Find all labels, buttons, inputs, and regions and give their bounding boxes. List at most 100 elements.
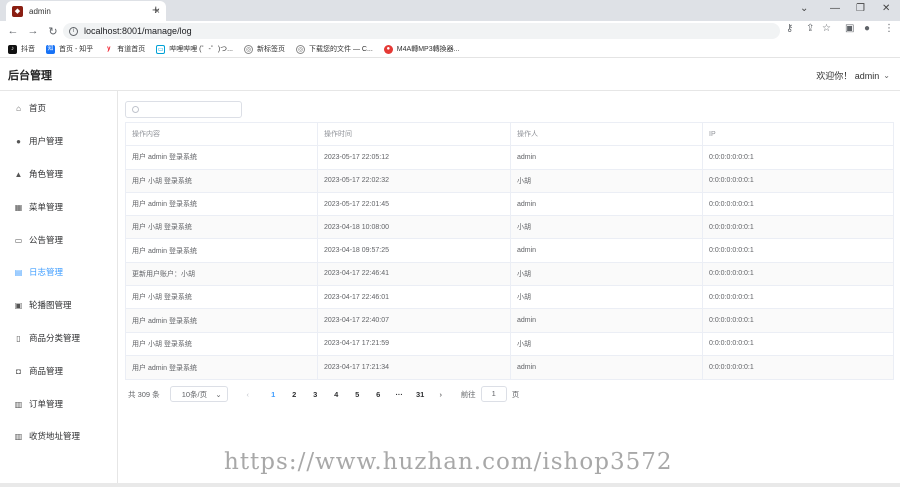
next-page-icon[interactable]: › xyxy=(435,390,447,399)
cell-content: 用户 admin 登录系统 xyxy=(126,192,318,216)
table-row[interactable]: 用户 admin 登录系统 2023-05-17 22:05:12 admin … xyxy=(126,146,893,170)
bookmark-label: 下载您的文件 — C... xyxy=(309,46,373,53)
table-row[interactable]: 更新用户账户：小胡 2023-04-17 22:46:41 小胡 0:0:0:0… xyxy=(126,262,893,287)
sidebar-item-home[interactable]: ⌂ 首页 xyxy=(0,98,117,118)
globe-icon: ◎ xyxy=(244,44,254,54)
column-header[interactable]: IP xyxy=(703,123,893,145)
sidepanel-icon[interactable]: ▣ xyxy=(845,23,854,34)
sidebar-item-notices[interactable]: ▭ 公告管理 xyxy=(0,230,117,250)
youdao-icon: y xyxy=(104,44,114,54)
bookmark-label: 有道首页 xyxy=(117,46,146,53)
page-size-select[interactable]: 10条/页 ⌄ xyxy=(169,386,228,402)
page-number[interactable]: 31 xyxy=(410,390,431,399)
search-input[interactable] xyxy=(143,105,233,114)
goto-page-input[interactable]: 1 xyxy=(480,386,507,402)
cell-time: 2023-04-18 10:08:00 xyxy=(318,216,511,239)
sidebar-item-label: 角色管理 xyxy=(29,169,64,179)
address-bar[interactable]: i localhost:8001/manage/log xyxy=(63,23,780,39)
page-number[interactable]: 3 xyxy=(305,390,326,399)
back-icon[interactable]: ← xyxy=(6,25,20,37)
page-number[interactable]: 6 xyxy=(368,390,389,399)
sidebar-item-goods[interactable]: ◘ 商品管理 xyxy=(0,361,117,381)
bookmark-label: 抖音 xyxy=(21,46,35,53)
app-title: 后台管理 xyxy=(8,69,52,82)
page-number[interactable]: 4 xyxy=(326,390,347,399)
page-jumper: 前往 1 页 xyxy=(461,386,520,402)
sidebar-item-addresses[interactable]: ▥ 收货地址管理 xyxy=(0,426,117,446)
bookmark-item[interactable]: y 有道首页 xyxy=(104,44,145,54)
reload-icon[interactable]: ↻ xyxy=(46,25,60,38)
cell-time: 2023-04-17 22:46:01 xyxy=(318,286,511,309)
sidebar-item-categories[interactable]: ▯ 商品分类管理 xyxy=(0,328,117,348)
sidebar-item-label: 轮播图管理 xyxy=(29,300,72,310)
sidebar-item-orders[interactable]: ▥ 订单管理 xyxy=(0,394,117,414)
sidebar-item-logs[interactable]: ▤ 日志管理 xyxy=(0,262,117,282)
sidebar-item-users[interactable]: ● 用户管理 xyxy=(0,131,117,151)
bookmark-item[interactable]: ◎ 新标签页 xyxy=(244,44,285,54)
close-window-icon[interactable]: ✕ xyxy=(882,3,890,14)
tab-search-icon[interactable]: ⌄ xyxy=(800,3,808,14)
table-row[interactable]: 用户 admin 登录系统 2023-04-17 22:40:07 admin … xyxy=(126,309,893,333)
new-tab-icon[interactable]: + xyxy=(152,2,160,17)
browser-tab[interactable]: ◆ admin × xyxy=(6,1,166,21)
column-header[interactable]: 操作人 xyxy=(511,123,703,146)
pagination-total: 共 309 条 xyxy=(128,389,160,399)
table-row[interactable]: 用户 小胡 登录系统 2023-05-17 22:02:32 小胡 0:0:0:… xyxy=(126,169,893,193)
bookmark-item[interactable]: ◎ 下载您的文件 — C... xyxy=(296,44,373,54)
sidebar-item-menus[interactable]: ▦ 菜单管理 xyxy=(0,197,117,217)
sidebar-item-carousel[interactable]: ▣ 轮播图管理 xyxy=(0,295,117,315)
site-info-icon[interactable]: i xyxy=(69,26,78,36)
table-row[interactable]: 用户 小胡 登录系统 2023-04-18 10:08:00 小胡 0:0:0:… xyxy=(126,216,893,240)
cell-ip: 0:0:0:0:0:0:0:1 xyxy=(709,364,754,372)
cell-ip: 0:0:0:0:0:0:0:1 xyxy=(709,223,754,231)
bookmark-star-icon[interactable]: ☆ xyxy=(822,23,831,34)
bottom-scrollbar[interactable] xyxy=(0,483,900,487)
bookmark-label: 新标签页 xyxy=(257,46,286,53)
cell-operator: admin xyxy=(511,355,703,380)
bookmark-item[interactable]: ▭ 哔哩哔哩 (゜-゜)つ... xyxy=(156,44,233,54)
maximize-icon[interactable]: ❐ xyxy=(856,3,865,14)
sidebar-item-label: 商品管理 xyxy=(29,366,64,376)
role-icon: ▲ xyxy=(14,169,23,179)
tab-favicon-icon: ◆ xyxy=(12,5,23,17)
search-box[interactable] xyxy=(125,101,242,118)
column-header[interactable]: 操作时间 xyxy=(318,123,511,146)
cell-ip: 0:0:0:0:0:0:0:1 xyxy=(709,200,754,208)
cell-operator: 小胡 xyxy=(511,286,703,309)
app-header: 后台管理 欢迎你！ admin ⌄ xyxy=(0,59,900,91)
bookmarks-bar: ♪ 抖音 知首页 - 知乎 y 有道首页 ▭ 哔哩哔哩 (゜-゜)つ... ◎ 新标签页… xyxy=(0,41,900,58)
page-number[interactable]: 2 xyxy=(284,390,305,399)
douyin-icon: ♪ xyxy=(8,44,17,54)
bookmark-item[interactable]: ● M4A轉MP3轉換器... xyxy=(383,44,459,54)
table-row[interactable]: 用户 admin 登录系统 2023-04-18 09:57:25 admin … xyxy=(126,239,893,263)
page-number[interactable]: 5 xyxy=(347,390,368,399)
bookmark-label: 首页 - 知乎 xyxy=(59,46,94,53)
cell-content: 用户 admin 登录系统 xyxy=(126,146,318,169)
table-row[interactable]: 用户 小胡 登录系统 2023-04-17 17:21:59 小胡 0:0:0:… xyxy=(126,332,893,356)
browser-tabstrip: ◆ admin × + ⌄ — ❐ ✕ xyxy=(0,0,900,21)
table-row[interactable]: 用户 小胡 登录系统 2023-04-17 22:46:01 小胡 0:0:0:… xyxy=(126,286,893,310)
page-ellipsis[interactable]: ··· xyxy=(389,390,410,399)
page-number[interactable]: 1 xyxy=(263,390,284,399)
chevron-down-icon: ⌄ xyxy=(215,389,222,399)
table-row[interactable]: 用户 admin 登录系统 2023-05-17 22:01:45 admin … xyxy=(126,192,893,217)
browser-menu-icon[interactable]: ⋮ xyxy=(884,23,894,34)
share-icon[interactable]: ⇪ xyxy=(806,23,814,34)
cell-content: 用户 admin 登录系统 xyxy=(126,355,318,380)
sidebar-item-roles[interactable]: ▲ 角色管理 xyxy=(0,164,117,184)
column-header[interactable]: 操作内容 xyxy=(126,123,318,146)
profile-icon[interactable]: ● xyxy=(864,23,870,34)
minimize-icon[interactable]: — xyxy=(830,3,840,14)
key-icon[interactable]: ⚷ xyxy=(786,23,793,34)
cell-content: 用户 小胡 登录系统 xyxy=(126,216,318,239)
prev-page-icon[interactable]: ‹ xyxy=(242,390,254,399)
table-row[interactable]: 用户 admin 登录系统 2023-04-17 17:21:34 admin … xyxy=(126,355,893,380)
cell-content: 用户 小胡 登录系统 xyxy=(126,332,318,355)
forward-icon[interactable]: → xyxy=(26,25,40,37)
cell-ip: 0:0:0:0:0:0:0:1 xyxy=(709,317,754,325)
goto-suffix: 页 xyxy=(511,389,520,399)
bookmark-item[interactable]: ♪ 抖音 xyxy=(8,44,35,54)
user-dropdown[interactable]: 欢迎你！ admin ⌄ xyxy=(816,69,890,82)
globe-icon: ◎ xyxy=(296,44,306,54)
bookmark-item[interactable]: 知首页 - 知乎 xyxy=(46,44,93,54)
